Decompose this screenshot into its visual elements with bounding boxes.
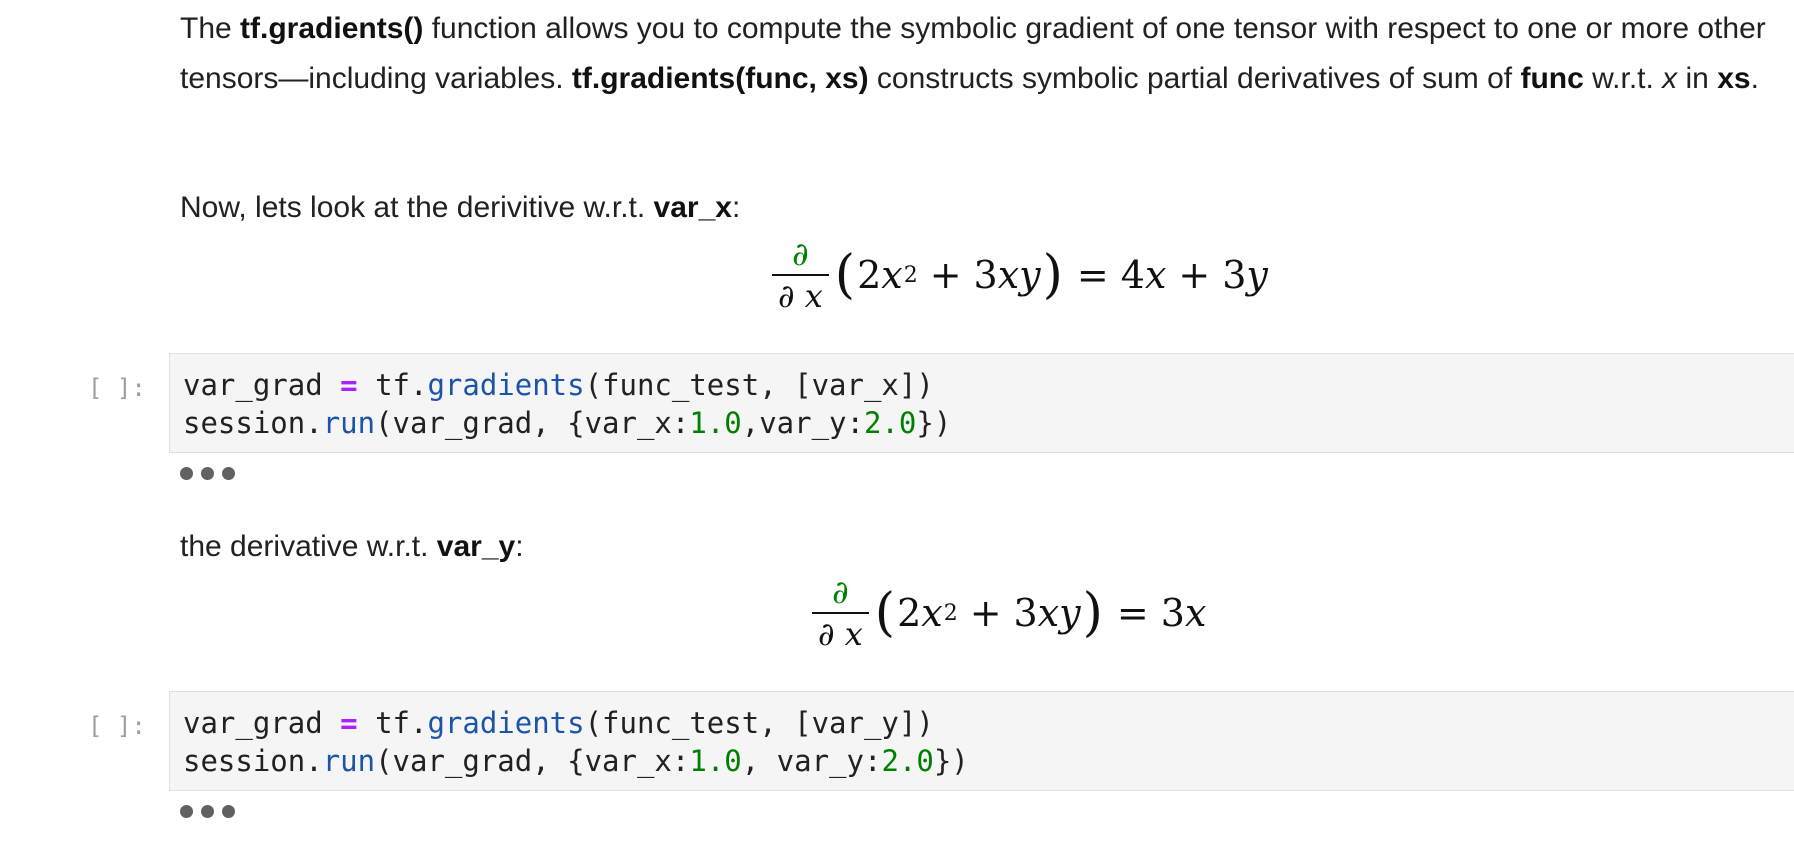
code-cell-2[interactable]: [ ]: var_grad = tf.gradients(func_test, … — [0, 691, 1794, 791]
markdown-cell-derivative-y[interactable]: the derivative w.r.t. var_y: — [180, 522, 1780, 572]
code-editor[interactable]: var_grad = tf.gradients(func_test, [var_… — [169, 691, 1794, 791]
markdown-cell-intro[interactable]: The tf.gradients() function allows you t… — [180, 4, 1780, 104]
derivative-x-heading: Now, lets look at the derivitive w.r.t. … — [180, 191, 741, 224]
execution-prompt: [ ]: — [88, 712, 146, 740]
partial-fraction: ∂ ∂ x — [772, 234, 829, 316]
code-cell-1[interactable]: [ ]: var_grad = tf.gradients(func_test, … — [0, 353, 1794, 453]
var-y-bold: var_y — [436, 530, 516, 563]
equation-derivative-x: ∂ ∂ x ( 2x2 + 3 xy ) = 4x + 3y — [772, 230, 1268, 320]
intro-paragraph: The tf.gradients() function allows you t… — [180, 12, 1766, 95]
equation-derivative-y: ∂ ∂ x ( 2x2 + 3 xy ) = 3x — [812, 568, 1206, 658]
tf-gradients-signature-bold: tf.gradients(func, xs) — [571, 62, 869, 95]
xs-bold: xs — [1717, 62, 1751, 95]
func-bold: func — [1520, 62, 1584, 95]
derivative-y-heading: the derivative w.r.t. var_y: — [180, 530, 524, 563]
var-x-bold: var_x — [653, 191, 732, 224]
markdown-cell-derivative-x[interactable]: Now, lets look at the derivitive w.r.t. … — [180, 183, 1780, 233]
execution-prompt: [ ]: — [88, 374, 146, 402]
ellipsis-icon[interactable] — [180, 804, 236, 818]
partial-fraction: ∂ ∂ x — [812, 572, 869, 654]
code-editor[interactable]: var_grad = tf.gradients(func_test, [var_… — [169, 353, 1794, 453]
x-italic: x — [1662, 62, 1678, 95]
tf-gradients-bold: tf.gradients() — [240, 12, 424, 45]
ellipsis-icon[interactable] — [180, 466, 236, 480]
